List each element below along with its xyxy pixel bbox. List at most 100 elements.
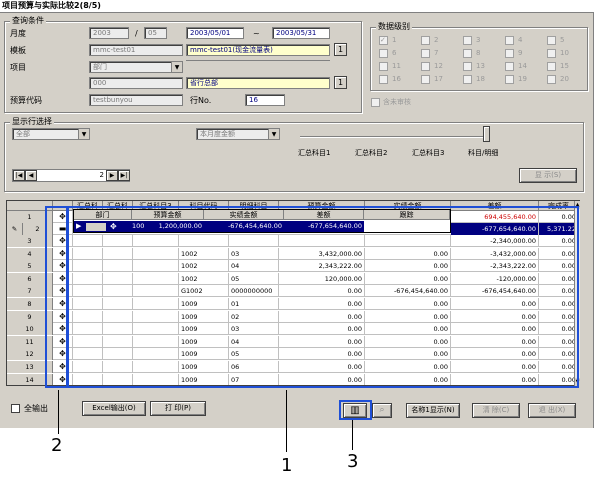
slider-label-4: 科目/明细 <box>468 149 499 157</box>
level-label-18: 18 <box>476 75 485 83</box>
level-label-10: 10 <box>560 49 569 57</box>
excel-output-button[interactable]: Excel输出(O) <box>82 401 146 416</box>
level-checkbox-19[interactable] <box>505 75 514 84</box>
row-scope-value: 全部 <box>16 130 30 138</box>
slider-label-3: 汇总科目3 <box>412 149 445 157</box>
level-checkbox-8[interactable] <box>463 49 472 58</box>
level-checkbox-17[interactable] <box>421 75 430 84</box>
level-checkbox-9[interactable] <box>505 49 514 58</box>
budget-code-field[interactable]: testbunyou <box>89 94 183 106</box>
level-label-5: 5 <box>560 36 565 44</box>
show-button[interactable]: 显 示(S) <box>519 168 577 183</box>
first-record-icon[interactable]: |◀ <box>13 170 25 181</box>
month-field[interactable]: 05 <box>144 27 167 39</box>
slider-label-2: 汇总科目2 <box>355 149 388 157</box>
level-slider-thumb[interactable] <box>483 126 490 142</box>
date-range-tilde: ~ <box>253 29 260 38</box>
level-checkbox-4[interactable] <box>505 36 514 45</box>
level-checkbox-11[interactable] <box>379 62 388 71</box>
level-label-11: 11 <box>392 62 401 70</box>
next-record-icon[interactable]: ▶ <box>106 170 118 181</box>
last-record-icon[interactable]: ▶| <box>118 170 130 181</box>
level-label-13: 13 <box>476 62 485 70</box>
level-label-7: 7 <box>434 49 439 57</box>
data-level-title: 数据级别 <box>376 22 412 31</box>
amount-type-select[interactable]: 本月度金额 ▼ <box>196 128 280 140</box>
level-checkbox-1[interactable]: ✓ <box>379 36 388 45</box>
budget-code-label: 预算代码 <box>10 96 42 105</box>
level-checkbox-5[interactable] <box>547 36 556 45</box>
project-code-field[interactable]: 000 <box>89 77 183 89</box>
clear-button[interactable]: 清 除(C) <box>472 403 520 418</box>
level-label-16: 16 <box>392 75 401 83</box>
chevron-down-icon[interactable]: ▼ <box>78 129 89 139</box>
project-divider <box>186 60 330 61</box>
annotation-line-2 <box>58 390 59 434</box>
level-label-3: 3 <box>476 36 481 44</box>
level-label-12: 12 <box>434 62 443 70</box>
project-lookup-button[interactable]: 1 <box>334 76 347 89</box>
annotation-label-1: 1 <box>281 455 293 476</box>
all-output-label: 全输出 <box>24 404 48 413</box>
level-slider-track[interactable] <box>300 136 488 138</box>
level-label-8: 8 <box>476 49 481 57</box>
level-checkbox-13[interactable] <box>463 62 472 71</box>
level-checkbox-12[interactable] <box>421 62 430 71</box>
search-icon: ⌕ <box>379 405 385 415</box>
date-from-field[interactable]: 2003/05/01 <box>186 27 244 39</box>
project-type-value: 部门 <box>93 63 107 71</box>
all-output-checkbox[interactable] <box>11 404 20 413</box>
annotation-line-1 <box>286 390 287 452</box>
level-label-20: 20 <box>560 75 569 83</box>
unaudited-label: 含未审核 <box>383 98 411 106</box>
level-label-14: 14 <box>518 62 527 70</box>
level-checkbox-2[interactable] <box>421 36 430 45</box>
annotation-label-2: 2 <box>51 435 63 456</box>
template-lookup-button[interactable]: 1 <box>334 43 347 56</box>
row-scope-select[interactable]: 全部 ▼ <box>12 128 90 140</box>
level-label-2: 2 <box>434 36 439 44</box>
level-checkbox-10[interactable] <box>547 49 556 58</box>
level-checkbox-3[interactable] <box>463 36 472 45</box>
year-field[interactable]: 2003 <box>89 27 129 39</box>
print-button[interactable]: 打 印(P) <box>150 401 206 416</box>
template-label: 模板 <box>10 46 26 55</box>
level-label-4: 4 <box>518 36 523 44</box>
annotation-label-3: 3 <box>347 451 359 472</box>
level-checkbox-16[interactable] <box>379 75 388 84</box>
exit-button[interactable]: 退 出(X) <box>528 403 576 418</box>
row-no-label: 行No. <box>190 96 212 105</box>
level-checkbox-18[interactable] <box>463 75 472 84</box>
edit-pencil-icon: ✎ <box>7 223 23 235</box>
template-code-field[interactable]: mmc-test01 <box>89 44 183 56</box>
amount-type-value: 本月度金额 <box>200 130 235 138</box>
prev-record-icon[interactable]: ◀ <box>25 170 37 181</box>
level-label-1: 1 <box>392 36 397 44</box>
chevron-down-icon[interactable]: ▼ <box>268 129 279 139</box>
date-to-field[interactable]: 2003/05/31 <box>272 27 330 39</box>
annotation-box-2 <box>45 206 69 388</box>
unaudited-checkbox[interactable] <box>371 98 380 107</box>
query-group-title: 查询条件 <box>10 16 46 25</box>
level-checkbox-6[interactable] <box>379 49 388 58</box>
level-label-6: 6 <box>392 49 397 57</box>
level-label-9: 9 <box>518 49 523 57</box>
level-label-15: 15 <box>560 62 569 70</box>
level-checkbox-7[interactable] <box>421 49 430 58</box>
chevron-down-icon[interactable]: ▼ <box>171 62 182 72</box>
window-title: 项目预算与实际比较2(8/5) <box>0 0 594 13</box>
display-title: 显示行选择 <box>10 117 54 126</box>
level-checkbox-20[interactable] <box>547 75 556 84</box>
row-no-field[interactable]: 16 <box>245 94 285 106</box>
project-label: 项目 <box>10 63 26 72</box>
project-type-select[interactable]: 部门 ▼ <box>89 61 183 73</box>
project-name-field: 省行总部 <box>186 77 330 89</box>
level-checkbox-14[interactable] <box>505 62 514 71</box>
name-display-button[interactable]: 名称1显示(N) <box>406 403 460 418</box>
slider-label-1: 汇总科目1 <box>298 149 331 157</box>
level-label-19: 19 <box>518 75 527 83</box>
search-button[interactable]: ⌕ <box>372 403 392 418</box>
date-slash: / <box>135 29 138 38</box>
template-name-field: mmc-test01(现金流量表) <box>186 44 330 56</box>
level-checkbox-15[interactable] <box>547 62 556 71</box>
